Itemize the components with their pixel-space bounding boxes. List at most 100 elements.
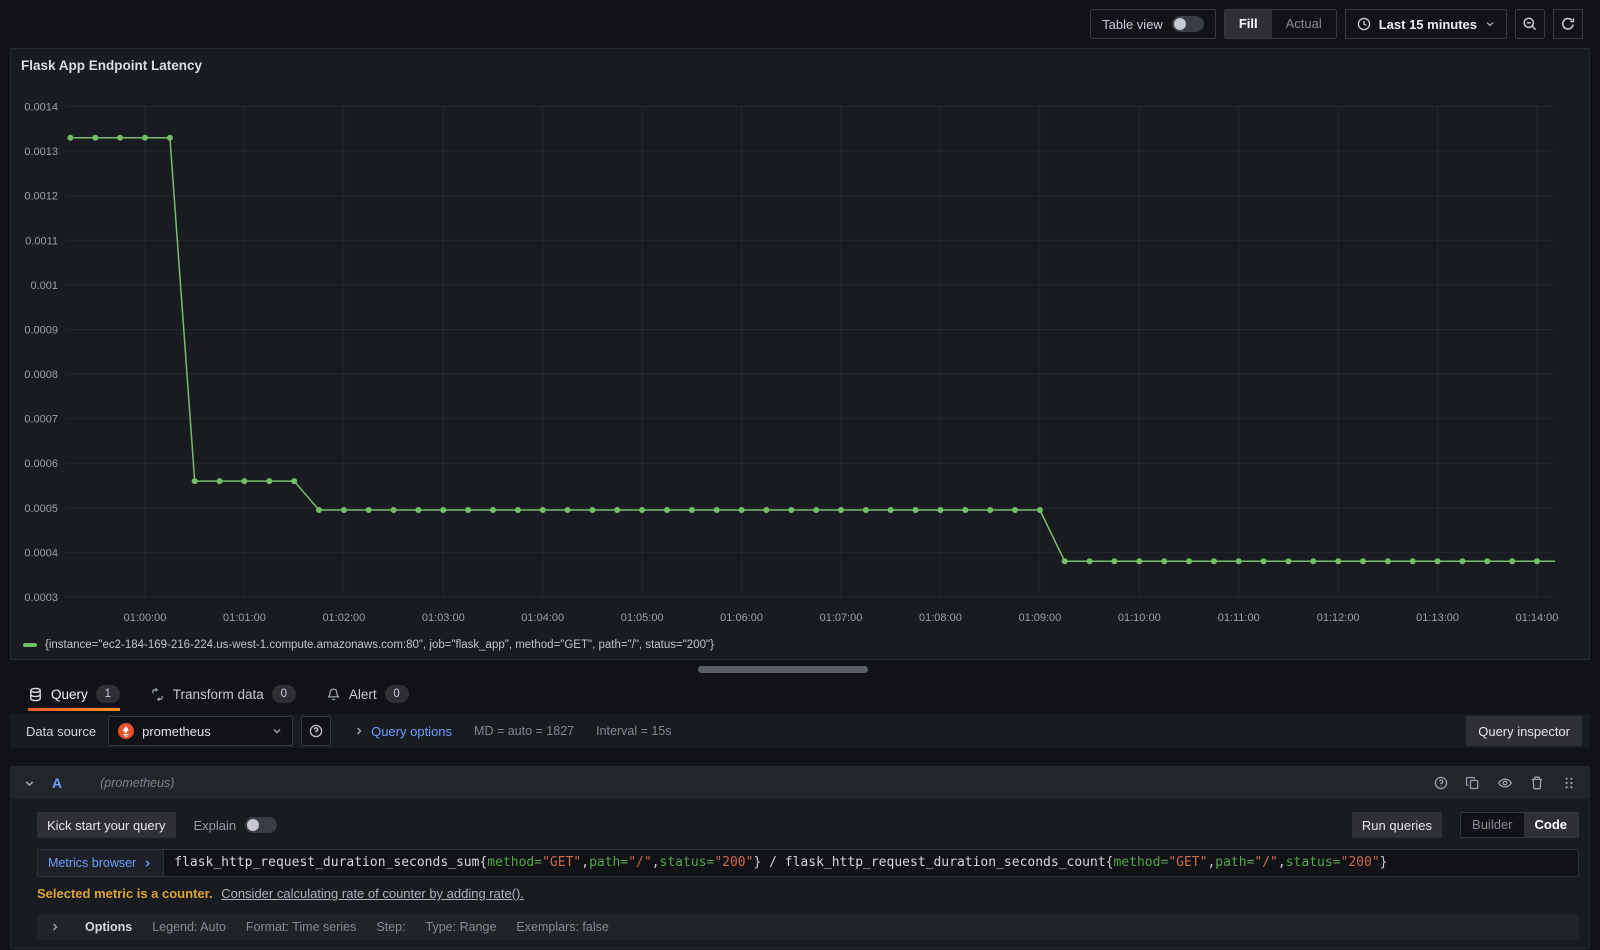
datasource-row: Data source prometheus Query options MD … xyxy=(10,714,1590,748)
tab-alert[interactable]: Alert 0 xyxy=(326,676,409,712)
warning-text: Selected metric is a counter. xyxy=(37,886,213,901)
query-inspector-button[interactable]: Query inspector xyxy=(1466,716,1582,746)
datasource-label: Data source xyxy=(26,723,97,739)
svg-text:0.0004: 0.0004 xyxy=(24,547,58,559)
query-datasource-hint: (prometheus) xyxy=(100,776,175,790)
tab-query[interactable]: Query 1 xyxy=(28,676,120,712)
svg-text:01:14:00: 01:14:00 xyxy=(1516,612,1559,624)
explain-label: Explain xyxy=(193,817,237,833)
svg-text:01:11:00: 01:11:00 xyxy=(1218,612,1260,624)
top-toolbar: Table view Fill Actual Last 15 minutes xyxy=(0,0,1600,48)
collapse-chevron-icon xyxy=(25,780,34,786)
query-toolbar-right: Run queries Builder Code xyxy=(1351,812,1579,838)
refresh-button[interactable] xyxy=(1553,9,1583,39)
kick-start-query-button[interactable]: Kick start your query xyxy=(37,812,176,838)
explain-toggle[interactable] xyxy=(245,817,278,833)
svg-text:01:05:00: 01:05:00 xyxy=(621,612,664,624)
builder-code-switcher: Builder Code xyxy=(1460,812,1579,838)
svg-text:0.0009: 0.0009 xyxy=(24,324,58,336)
query-ref-id[interactable]: A xyxy=(52,775,62,791)
svg-text:01:10:00: 01:10:00 xyxy=(1118,612,1161,624)
chevron-right-icon xyxy=(357,727,362,735)
timeseries-panel: Flask App Endpoint Latency 0.0014 0.0013 0… xyxy=(10,48,1590,660)
svg-text:01:03:00: 01:03:00 xyxy=(422,612,465,624)
grafana-panel-editor: Table view Fill Actual Last 15 minutes F… xyxy=(0,0,1600,950)
chevron-down-icon xyxy=(1486,21,1494,27)
legend-swatch xyxy=(23,643,37,647)
svg-text:0.0014: 0.0014 xyxy=(24,102,58,114)
transform-icon xyxy=(151,687,163,701)
zoom-out-button[interactable] xyxy=(1515,9,1545,39)
svg-text:0.0005: 0.0005 xyxy=(24,503,58,515)
tab-label: Query xyxy=(51,686,88,702)
chevron-right-icon xyxy=(145,859,151,867)
svg-text:0.0013: 0.0013 xyxy=(24,146,58,158)
max-data-points-text: MD = auto = 1827 xyxy=(474,724,575,738)
metrics-browser-toggle[interactable]: Metrics browser xyxy=(38,850,165,876)
table-view-control: Table view xyxy=(1090,9,1216,39)
builder-button[interactable]: Builder xyxy=(1461,813,1523,837)
svg-text:01:06:00: 01:06:00 xyxy=(720,612,763,624)
svg-text:0.0007: 0.0007 xyxy=(24,414,58,426)
datasource-value: prometheus xyxy=(142,723,211,739)
tab-transform-data[interactable]: Transform data 0 xyxy=(150,676,296,712)
duplicate-query-button[interactable] xyxy=(1465,775,1481,791)
toggle-knob xyxy=(1173,18,1186,30)
query-row-header[interactable]: A (prometheus) xyxy=(11,767,1589,799)
tab-count-badge: 0 xyxy=(271,685,296,703)
option-summary-item: Step: xyxy=(376,920,406,934)
promql-query-input[interactable]: flask_http_request_duration_seconds_sum{… xyxy=(164,850,1578,876)
toggle-visibility-button[interactable] xyxy=(1497,775,1513,791)
run-queries-button[interactable]: Run queries xyxy=(1351,812,1443,838)
timeseries-chart[interactable]: 0.0014 0.0013 0.0012 0.0011 0.001 0.0009 0.000… xyxy=(11,81,1589,633)
svg-text:0.001: 0.001 xyxy=(30,280,58,292)
panel-title[interactable]: Flask App Endpoint Latency xyxy=(11,49,1589,81)
trash-icon xyxy=(1531,776,1543,790)
svg-text:01:07:00: 01:07:00 xyxy=(820,612,863,624)
code-button[interactable]: Code xyxy=(1523,813,1578,837)
svg-text:01:12:00: 01:12:00 xyxy=(1317,612,1360,624)
query-options-toggle[interactable]: Query options xyxy=(353,724,452,739)
datasource-help-button[interactable] xyxy=(301,716,332,746)
tab-count-badge: 0 xyxy=(384,685,409,703)
table-view-label: Table view xyxy=(1102,16,1163,32)
interval-text: Interval = 15s xyxy=(596,724,672,738)
database-icon xyxy=(30,687,41,701)
svg-text:0.0006: 0.0006 xyxy=(24,458,58,470)
svg-text:01:08:00: 01:08:00 xyxy=(919,612,962,624)
query-toolbar: Kick start your query Explain Run querie… xyxy=(37,811,1579,839)
svg-text:01:02:00: 01:02:00 xyxy=(322,612,365,624)
query-options-bar[interactable]: Options Legend: Auto Format: Time series S… xyxy=(37,914,1579,940)
counter-warning: Selected metric is a counter. Consider c… xyxy=(37,886,1579,904)
time-range-picker[interactable]: Last 15 minutes xyxy=(1344,9,1507,39)
grip-dots-icon xyxy=(1565,777,1573,789)
fill-actual-switcher: Fill Actual xyxy=(1223,9,1337,39)
rate-hint-link[interactable]: Consider calculating rate of counter by … xyxy=(221,886,524,901)
tab-count-badge: 1 xyxy=(95,685,120,703)
bell-icon xyxy=(327,687,340,700)
query-row-actions xyxy=(1433,775,1577,791)
legend-series-label[interactable]: {instance="ec2-184-169-216-224.us-west-1… xyxy=(45,639,714,651)
svg-text:01:13:00: 01:13:00 xyxy=(1416,612,1459,624)
fill-button[interactable]: Fill xyxy=(1224,10,1272,38)
svg-text:01:01:00: 01:01:00 xyxy=(223,612,266,624)
help-circle-icon xyxy=(309,724,323,738)
tab-label: Alert xyxy=(348,686,377,702)
copy-icon xyxy=(1465,776,1479,790)
table-view-toggle[interactable] xyxy=(1171,16,1204,32)
refresh-icon xyxy=(1562,17,1575,30)
svg-text:01:09:00: 01:09:00 xyxy=(1018,612,1061,624)
clock-icon xyxy=(1357,17,1371,31)
options-summary: Legend: Auto Format: Time series Step: Type… xyxy=(152,920,609,934)
datasource-picker[interactable]: prometheus xyxy=(108,716,294,746)
svg-text:0.0003: 0.0003 xyxy=(24,592,58,604)
scrollbar-thumb[interactable] xyxy=(698,666,868,673)
query-help-button[interactable] xyxy=(1433,775,1449,791)
tab-label: Transform data xyxy=(172,686,264,702)
drag-handle[interactable] xyxy=(1561,775,1577,791)
actual-button[interactable]: Actual xyxy=(1272,10,1336,38)
chart-legend: {instance="ec2-184-169-216-224.us-west-1… xyxy=(11,633,1589,657)
time-range-label: Last 15 minutes xyxy=(1378,16,1477,32)
delete-query-button[interactable] xyxy=(1529,775,1545,791)
chevron-right-icon xyxy=(52,923,58,931)
